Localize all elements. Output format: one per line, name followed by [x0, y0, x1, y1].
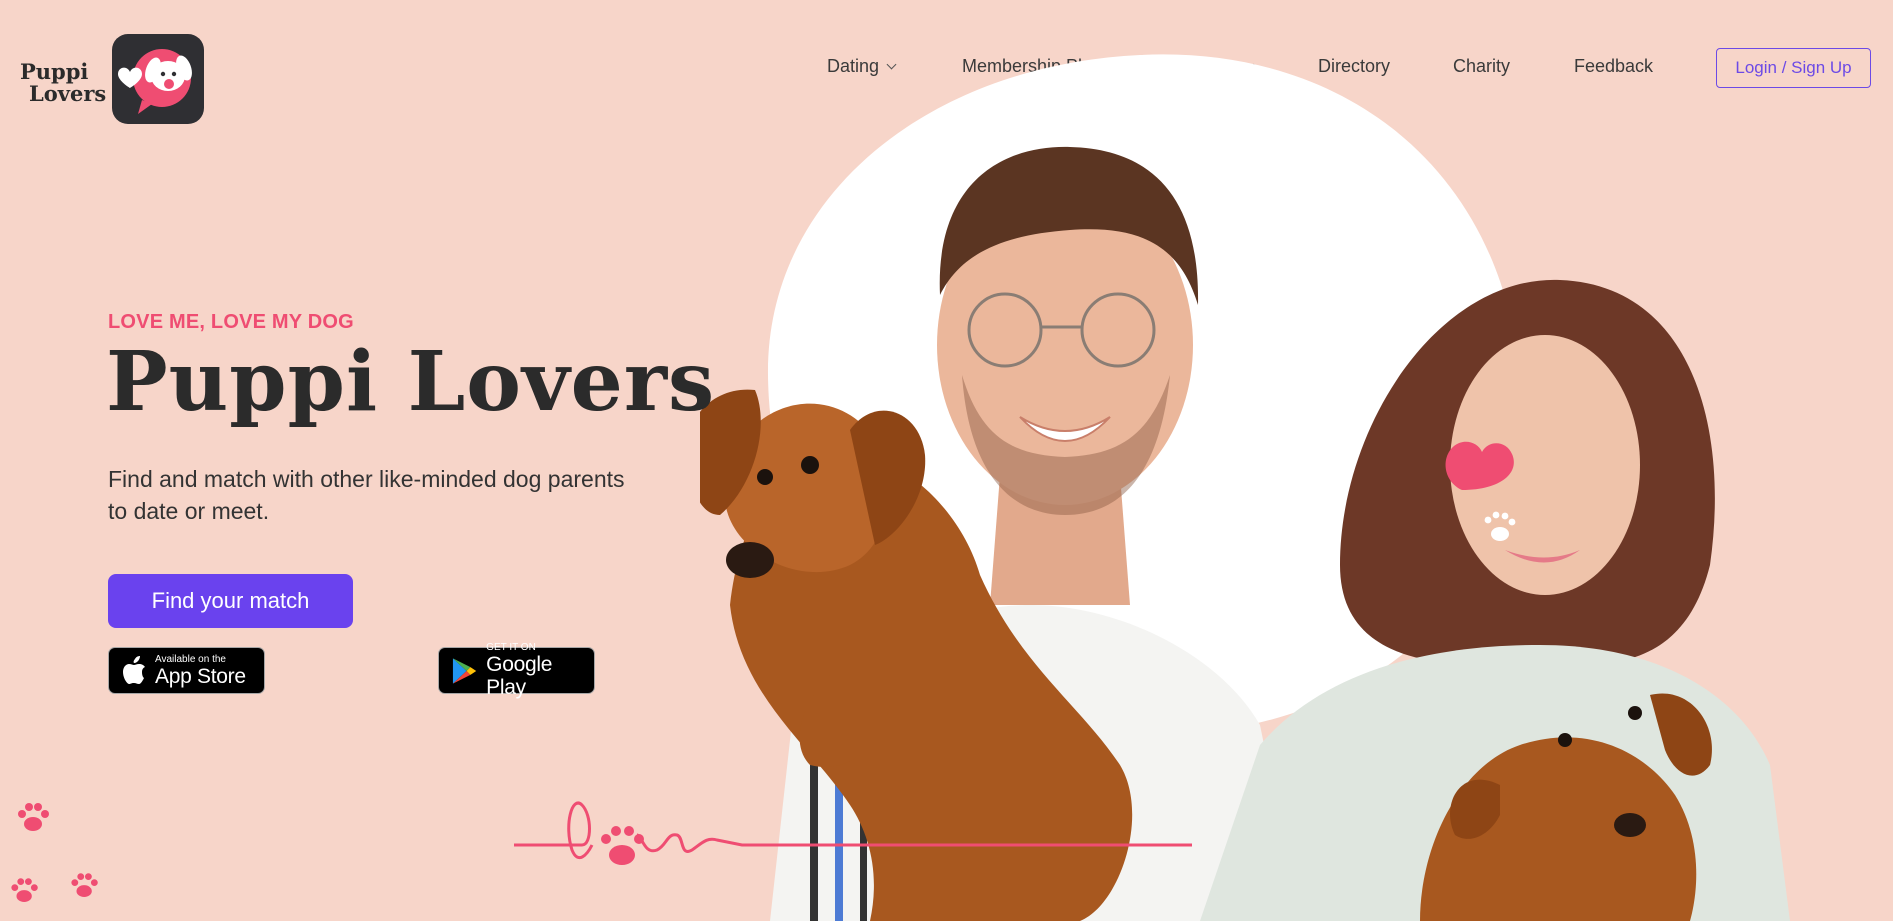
hero-title: Puppi Lovers	[106, 334, 716, 430]
find-your-match-button[interactable]: Find your match	[108, 574, 353, 628]
apple-icon	[123, 655, 145, 684]
google-play-small-text: GET IT ON	[486, 642, 536, 653]
hero-subtitle: Find and match with other like-minded do…	[108, 463, 688, 527]
google-play-big-text: Google Play	[486, 653, 553, 699]
brand-name-line2: Lovers	[29, 81, 107, 106]
paw-icon	[11, 878, 38, 903]
app-store-big-text: App Store	[155, 664, 246, 688]
hero-image	[686, 45, 1893, 921]
love-script-decoration: love	[514, 801, 1192, 865]
hero-subtitle-line1: Find and match with other like-minded do…	[108, 466, 625, 492]
google-play-badge[interactable]: GET IT ON Google Play	[438, 642, 595, 699]
app-store-small-text: Available on the	[155, 653, 226, 665]
hero-eyebrow: LOVE ME, LOVE MY DOG	[108, 311, 354, 333]
google-play-icon	[452, 657, 477, 684]
paw-icon	[18, 803, 49, 831]
hero-subtitle-line2: to date or meet.	[108, 498, 270, 524]
app-store-badge[interactable]: Available on the App Store	[108, 647, 265, 694]
paw-icon	[71, 873, 98, 898]
